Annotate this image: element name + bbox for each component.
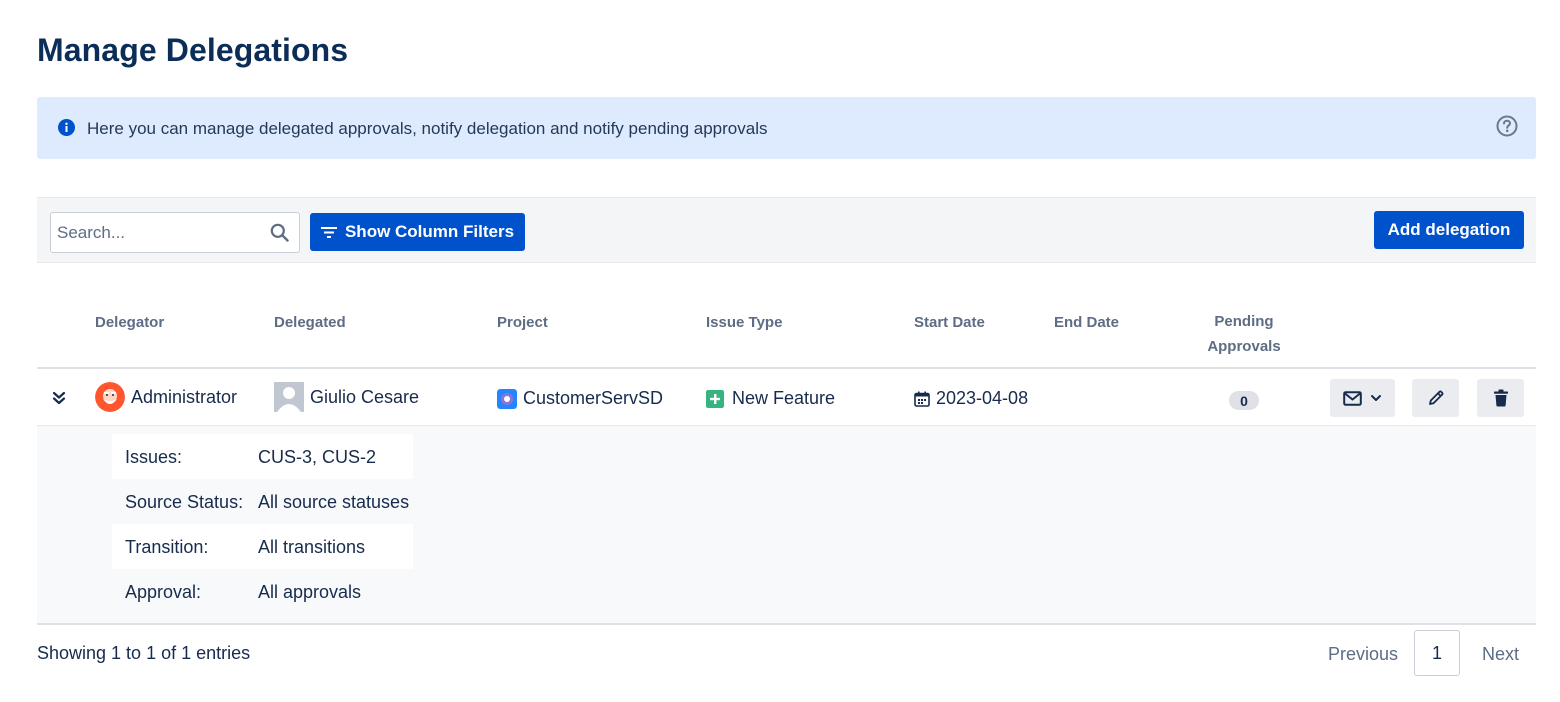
cell-start-date: 2023-04-08 [914, 388, 1028, 409]
header-start-date[interactable]: Start Date [914, 314, 985, 331]
search-box [50, 212, 300, 253]
calendar-icon [914, 391, 930, 407]
cell-project: CustomerServSD [497, 388, 663, 409]
cell-delegator: Administrator [95, 382, 237, 412]
detail-value: All approvals [258, 582, 362, 602]
header-end-date[interactable]: End Date [1054, 314, 1119, 331]
show-column-filters-button[interactable]: Show Column Filters [310, 213, 525, 251]
detail-source-status: Source Status: All source statuses [112, 479, 413, 524]
detail-key: Source Status: [125, 492, 244, 512]
pagination-next[interactable]: Next [1482, 644, 1519, 665]
detail-issues: Issues: CUS-3, CUS-2 [112, 434, 413, 479]
detail-value: CUS-3, CUS-2 [258, 447, 377, 467]
info-text: Here you can manage delegated approvals,… [87, 119, 768, 138]
header-project[interactable]: Project [497, 314, 548, 331]
header-pending-approvals[interactable]: Pending Approvals [1199, 309, 1289, 359]
show-column-filters-label: Show Column Filters [344, 222, 515, 241]
search-icon[interactable] [270, 223, 289, 242]
info-banner: Here you can manage delegated approvals,… [37, 97, 1536, 159]
chevron-down-icon [1371, 395, 1381, 401]
table-toolbar: Show Column Filters Add delegation [37, 197, 1536, 263]
add-delegation-button[interactable]: Add delegation [1374, 211, 1524, 249]
detail-transition: Transition: All transitions [112, 524, 413, 569]
header-pending-line2: Approvals [1207, 338, 1281, 355]
administrator-avatar [95, 382, 125, 412]
detail-value: All transitions [258, 537, 366, 557]
search-input[interactable] [51, 213, 261, 252]
trash-icon [1493, 389, 1508, 407]
header-pending-line1: Pending [1214, 313, 1274, 330]
table-header: Delegator Delegated Project Issue Type S… [37, 296, 1536, 369]
edit-button[interactable] [1412, 379, 1459, 417]
row-details-panel: Issues: CUS-3, CUS-2 Source Status: All … [37, 426, 1536, 625]
issue-type-name: New Feature [732, 388, 836, 408]
project-icon [497, 388, 517, 409]
info-icon [58, 119, 75, 136]
detail-key: Issues: [125, 447, 183, 467]
notify-dropdown-button[interactable] [1330, 379, 1395, 417]
detail-key: Transition: [125, 537, 209, 557]
table-row: Administrator Giulio Cesare CustomerServ… [37, 370, 1536, 426]
header-delegator[interactable]: Delegator [95, 314, 164, 331]
expand-chevron-icon[interactable] [51, 390, 67, 406]
help-icon[interactable] [1496, 115, 1518, 137]
cell-issue-type: New Feature [706, 388, 835, 409]
mail-icon [1343, 390, 1362, 406]
pending-approvals-badge: 0 [1229, 391, 1259, 410]
header-issue-type[interactable]: Issue Type [706, 314, 782, 331]
cell-delegated: Giulio Cesare [274, 382, 419, 412]
page-title: Manage Delegations [37, 32, 349, 68]
pagination-previous[interactable]: Previous [1328, 644, 1398, 665]
detail-approval: Approval: All approvals [112, 569, 413, 614]
delegated-name: Giulio Cesare [310, 386, 420, 407]
pencil-icon [1428, 390, 1443, 405]
detail-value: All source statuses [258, 492, 410, 512]
new-feature-icon [706, 389, 724, 408]
detail-key: Approval: [125, 582, 202, 602]
filter-icon [320, 227, 337, 238]
entries-info: Showing 1 to 1 of 1 entries [37, 643, 251, 663]
user-avatar-icon [274, 382, 304, 412]
project-name: CustomerServSD [523, 388, 664, 408]
delegator-name: Administrator [131, 386, 238, 407]
header-delegated[interactable]: Delegated [274, 314, 346, 331]
start-date-value: 2023-04-08 [936, 388, 1029, 408]
delete-button[interactable] [1477, 379, 1524, 417]
pagination-page-1[interactable]: 1 [1414, 630, 1460, 676]
